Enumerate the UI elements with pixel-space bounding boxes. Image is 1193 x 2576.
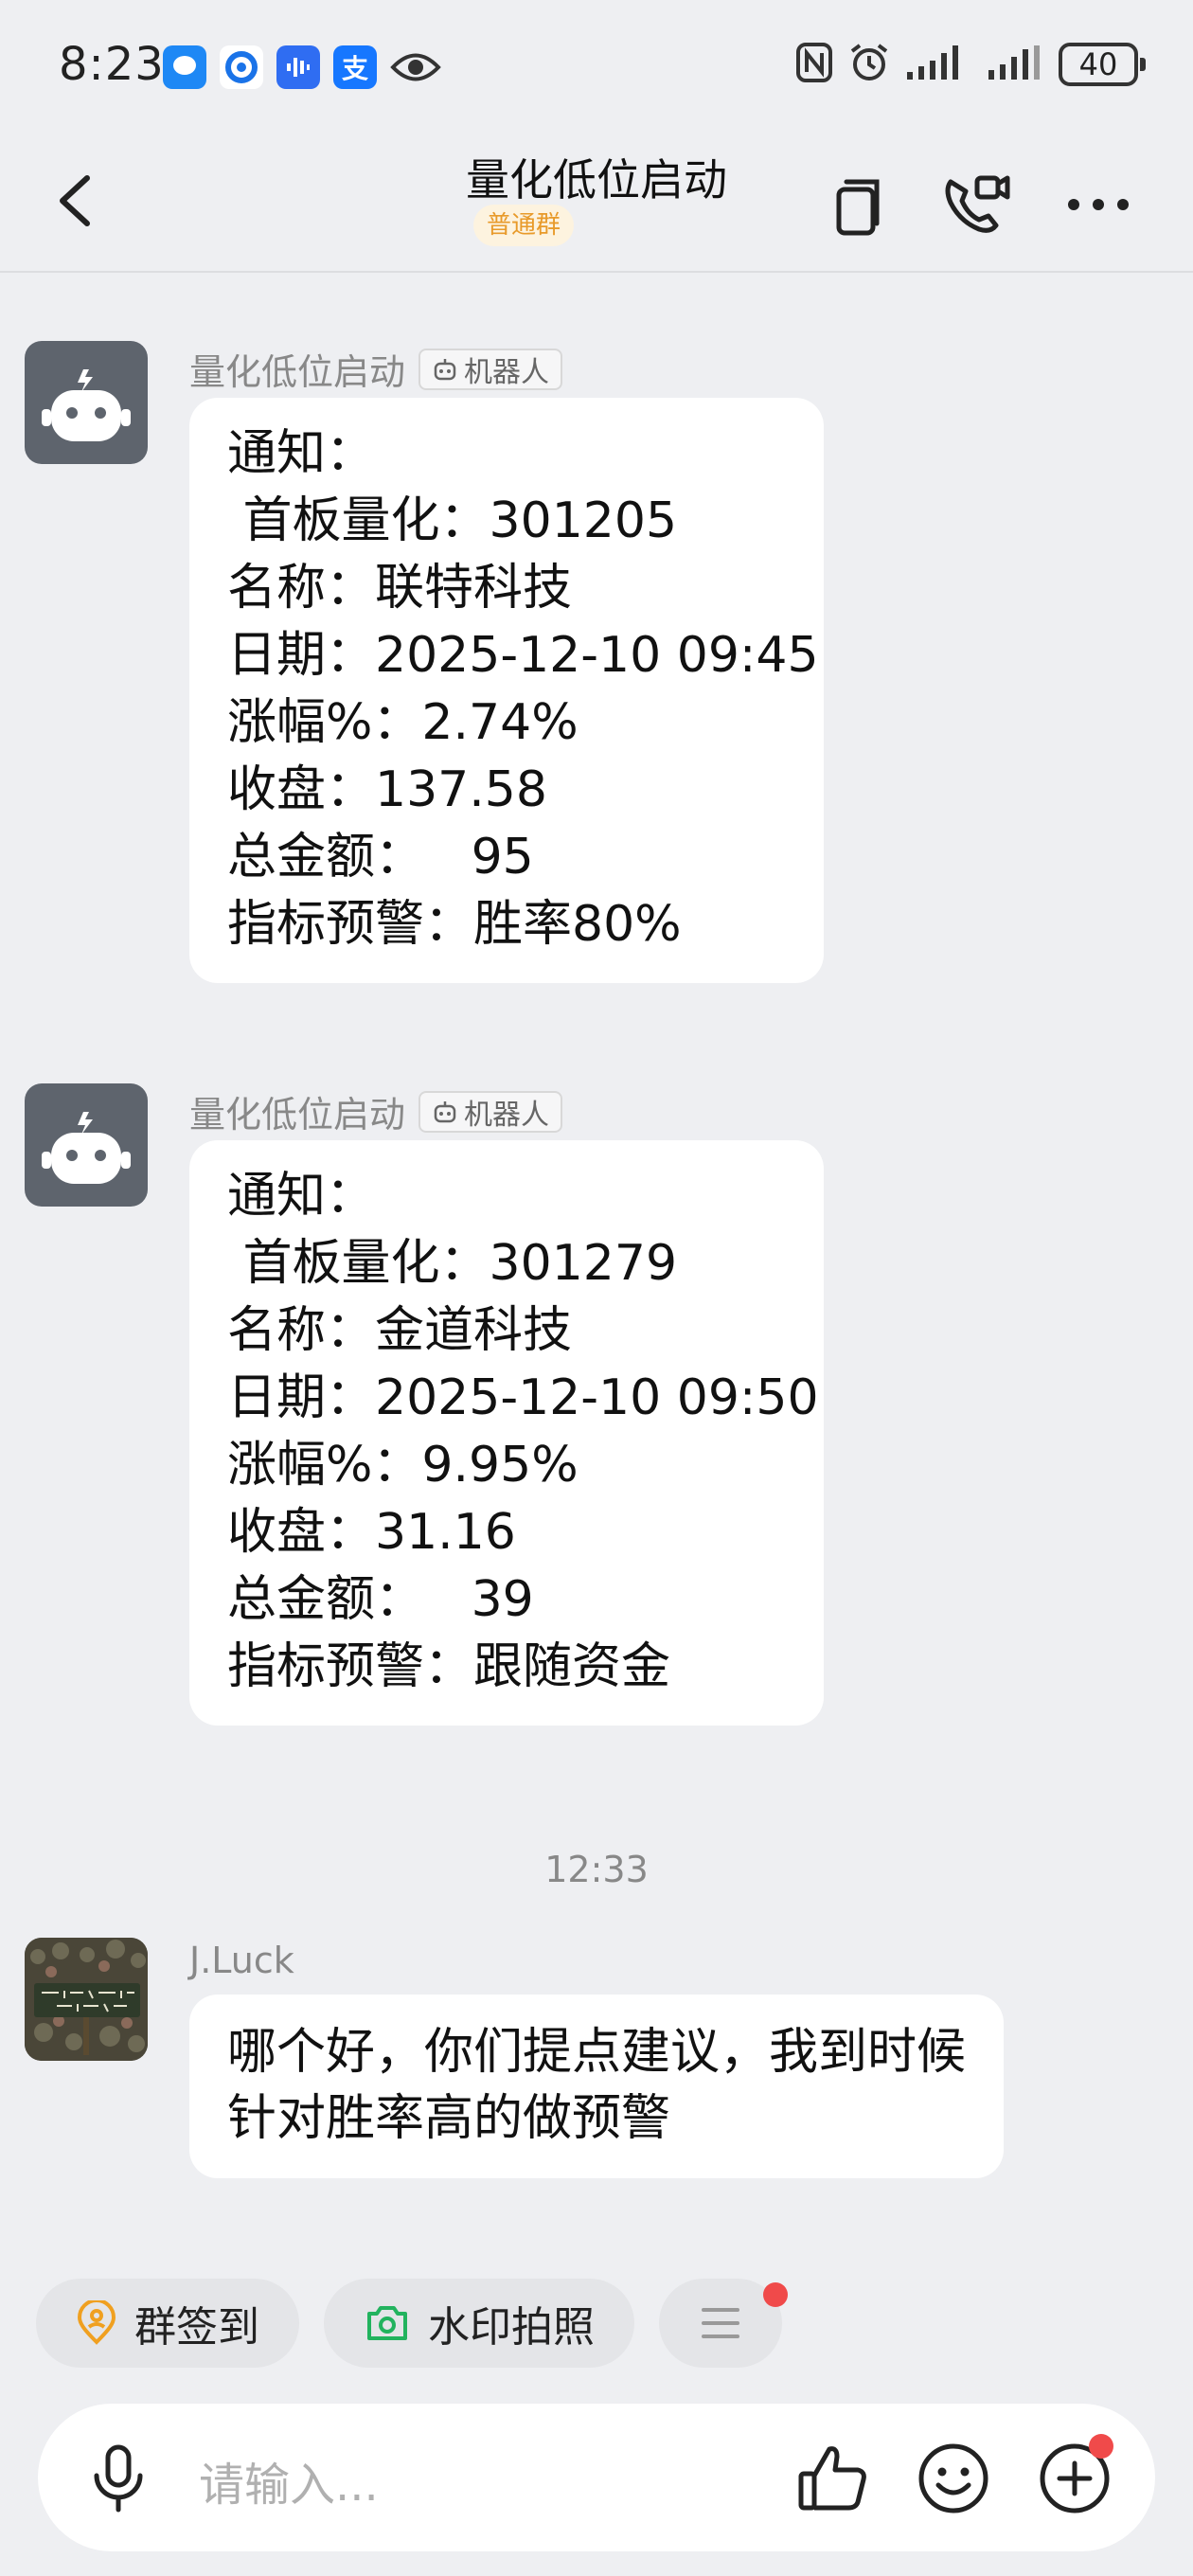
message-line: 涨幅%：9.95% [227,1437,579,1494]
message-line: 涨幅%：2.74% [227,694,579,751]
notification-dot [763,2282,788,2307]
message-line: 指标预警：跟随资金 [227,1638,671,1695]
robot-badge: 机器人 [418,348,563,390]
message-line: 总金额： 95 [227,829,534,886]
alipay-app-icon: 支 [333,45,377,89]
add-button[interactable] [1034,2434,1115,2519]
message-line: 日期：2025-12-10 09:50 [227,1369,819,1426]
input-bar: 请输入... [38,2404,1155,2551]
robot-small-icon [434,358,456,380]
signal-1-icon [905,44,971,85]
message-line: 收盘：31.16 [227,1504,516,1561]
message-line: 针对胜率高的做预警 [227,2090,671,2147]
message-bubble[interactable]: 哪个好，你们提点建议，我到时候 针对胜率高的做预警 [189,1995,1004,2178]
menu-lines-icon [702,2308,739,2338]
message-line: 哪个好，你们提点建议，我到时候 [227,2024,967,2081]
message-line: 首板量化：301279 [227,1235,678,1292]
message-line: 收盘：137.58 [227,761,547,818]
sender-name: 量化低位启动 [189,351,406,393]
copy-button[interactable] [814,161,899,246]
message-line: 通知： [227,1168,376,1225]
camera-icon [367,2306,407,2340]
message-bubble[interactable]: 通知： 首板量化：301205 名称：联特科技 日期：2025-12-10 09… [189,398,824,983]
signal-2-icon [987,44,1043,85]
user-avatar[interactable] [25,1938,148,2061]
robot-badge-label: 机器人 [464,355,550,389]
message-input[interactable]: 请输入... [199,2447,379,2513]
battery-indicator: 40 [1059,43,1146,86]
nfc-icon [795,42,833,87]
alarm-icon [848,42,890,87]
location-pin-icon [77,2300,116,2345]
message-line: 指标预警：胜率80% [227,896,682,953]
message-line: 首板量化：301205 [227,492,678,549]
robot-icon [42,1112,131,1184]
robot-badge: 机器人 [418,1090,563,1133]
smiley-icon [918,2443,988,2513]
message-line: 名称：联特科技 [227,560,573,617]
sender-name: 量化低位启动 [189,1094,406,1136]
more-button[interactable] [1059,161,1144,246]
phone-video-icon [945,175,1010,233]
audio-app-icon [276,45,320,89]
sender-row: J.Luck [189,1940,294,1981]
bot-avatar[interactable] [25,1083,148,1207]
browser-app-icon [220,45,263,89]
notification-dot [1089,2434,1113,2459]
quick-action-bar: 群签到 水印拍照 [36,2279,788,2368]
status-time: 8:23 [59,38,165,91]
message-line: 总金额： 39 [227,1571,534,1628]
eye-icon [390,45,443,89]
battery-level: 40 [1078,46,1118,82]
status-indicators: 40 [795,42,1146,87]
watermark-photo-label: 水印拍照 [428,2303,595,2352]
microphone-icon [94,2444,143,2513]
like-button[interactable] [792,2438,873,2519]
bot-avatar[interactable] [25,341,148,464]
sender-row: 量化低位启动 机器人 [189,1085,563,1137]
voice-button[interactable] [78,2438,159,2519]
checkin-label: 群签到 [134,2303,259,2352]
thumbs-up-icon [798,2446,866,2511]
robot-badge-label: 机器人 [464,1098,550,1132]
call-button[interactable] [932,161,1017,246]
checkin-button[interactable]: 群签到 [36,2279,299,2368]
message-line: 日期：2025-12-10 09:45 [227,627,819,684]
group-type-badge: 普通群 [473,205,574,246]
more-actions-button[interactable] [659,2279,788,2368]
sender-name: J.Luck [189,1940,294,1981]
emoji-button[interactable] [913,2438,994,2519]
message-app-icon [163,45,206,89]
message-line: 通知： [227,425,376,482]
sender-row: 量化低位启动 机器人 [189,343,563,395]
chat-header: 量化低位启动 普通群 [0,133,1193,273]
status-bar: 8:23 支 40 [0,0,1193,133]
message-bubble[interactable]: 通知： 首板量化：301279 名称：金道科技 日期：2025-12-10 09… [189,1140,824,1726]
robot-small-icon [434,1100,456,1122]
message-timestamp: 12:33 [544,1849,649,1890]
robot-icon [42,369,131,441]
status-app-icons: 支 [163,45,443,89]
message-line: 名称：金道科技 [227,1302,573,1359]
more-icon [1068,199,1129,210]
user-photo-icon [25,1938,148,2061]
watermark-photo-button[interactable]: 水印拍照 [324,2279,634,2368]
copy-icon [836,179,880,236]
